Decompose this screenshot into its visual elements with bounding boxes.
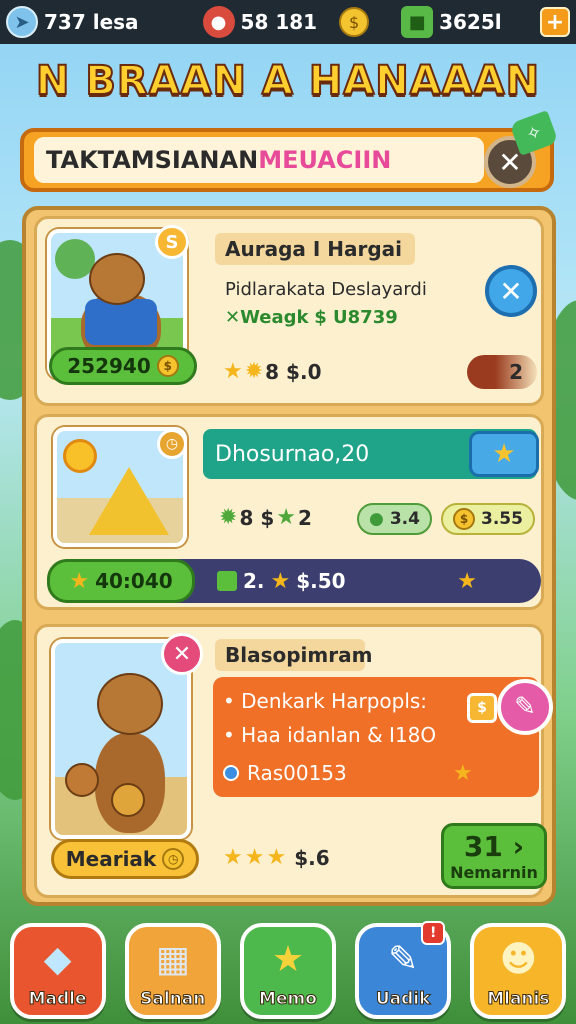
notification-badge: !	[421, 921, 446, 945]
coin-icon: $	[156, 355, 179, 377]
card1-title: Auraga I Hargai	[225, 237, 403, 261]
event-banner: TAKTAMSIANAN MEUACIIN ✕ ✧	[20, 110, 559, 192]
coin-icon[interactable]: $	[339, 7, 370, 37]
pencil-icon: ✎	[388, 939, 419, 980]
card1-price: 252940	[67, 354, 151, 378]
star-icon: ★	[271, 939, 305, 980]
star-icon: ★	[266, 845, 287, 870]
resource-bar: ➤ 737 lesa ● 58 181 $ ■ 3625l +	[0, 0, 576, 44]
banner-text: TAKTAMSIANAN MEUACIIN	[34, 137, 484, 183]
leaf-icon: ●	[369, 509, 384, 529]
next-number: 31 ›	[463, 830, 525, 863]
compass-icon: ➤	[6, 6, 38, 38]
nav-madle[interactable]: ◆ Madle	[9, 923, 106, 1019]
card2-stat-a: ● 3.4	[357, 503, 432, 535]
crystal-icon: ◆	[43, 939, 72, 980]
card3-title: Blasopimram	[225, 643, 373, 667]
card3-line1: • Denkark Harpopls:	[223, 689, 428, 713]
nav-memo[interactable]: ★ Memo	[239, 923, 336, 1019]
card2-bar-text: 2. ★ $.50	[217, 569, 346, 594]
banner-text-pink: MEUACIIN	[258, 146, 392, 174]
clock-badge-icon: ◷	[157, 429, 187, 459]
star-icon: ✹	[244, 359, 264, 384]
resource-food-value: 58 181	[240, 10, 318, 34]
card1-dismiss-button[interactable]: ✕	[485, 265, 537, 317]
resource-gems[interactable]: ➤ 737 lesa	[6, 6, 139, 38]
card1-count: 2	[467, 355, 537, 389]
offer-card-3[interactable]: ✕ Blasopimram • Denkark Harpopls: • Haa …	[34, 624, 553, 898]
page-title: N BRAAN A HANAAAN	[35, 57, 541, 105]
next-label: Nemarnin	[450, 863, 538, 882]
card3-rating: ★ ★ ★ $.6	[223, 845, 330, 870]
card2-rating: ✹ 8 $ ★ 2	[219, 505, 312, 530]
coin-badge-icon: $	[467, 693, 497, 723]
next-button[interactable]: 31 › Nemarnin	[441, 823, 547, 889]
star-icon: ★	[69, 568, 90, 594]
offers-panel: S 252940 $ Auraga I Hargai Pidlarakata D…	[22, 206, 556, 906]
coin-icon: $	[453, 508, 475, 530]
nav-mlanis[interactable]: ☻ Mlanis	[470, 923, 567, 1019]
star-icon: ★	[244, 845, 265, 870]
card2-progress-bar: ★ 40:040 2. ★ $.50 ★	[47, 559, 541, 603]
orb-icon	[223, 765, 239, 781]
nav-salnan[interactable]: ▦ Salnan	[124, 923, 221, 1019]
green-star-icon: ✹	[219, 505, 238, 530]
calculator-icon: ▦	[155, 939, 190, 980]
meat-icon: ●	[202, 6, 235, 38]
card3-action-button[interactable]: Meariak ◷	[51, 839, 199, 879]
offer-card-1[interactable]: S 252940 $ Auraga I Hargai Pidlarakata D…	[34, 216, 544, 406]
star-icon: ★	[223, 359, 243, 384]
nav-uadik[interactable]: ✎ ! Uadik	[355, 921, 452, 1019]
resource-crates[interactable]: ■ 3625l	[401, 6, 502, 38]
banner-text-dark: TAKTAMSIANAN	[46, 146, 259, 174]
card1-rating: ★ ✹ 8 $.0	[223, 359, 322, 384]
box-icon	[217, 571, 237, 591]
card2-price-button[interactable]: ★ 40:040	[47, 559, 195, 603]
smiley-icon: ☻	[499, 939, 538, 980]
card3-line2: • Haa idanlan & I18O	[223, 723, 437, 747]
resource-food[interactable]: ● 58 181	[202, 6, 318, 38]
add-currency-button[interactable]: +	[540, 7, 570, 37]
offer-card-2[interactable]: ◷ Dhosurnao,20 ★ ✹ 8 $ ★ 2 ● 3.4 $ 3.55 …	[34, 414, 544, 610]
card1-line1: Pidlarakata Deslayardi	[225, 279, 427, 300]
card1-price-button[interactable]: 252940 $	[49, 347, 197, 385]
card2-stat-b: $ 3.55	[441, 503, 535, 535]
crate-icon: ■	[401, 6, 434, 38]
star-icon: ★	[457, 568, 477, 594]
card3-edit-button[interactable]: ✎	[497, 679, 553, 735]
clock-icon: ◷	[162, 848, 185, 870]
card3-line3: Ras00153	[223, 761, 347, 785]
coin-badge-icon: S	[155, 225, 189, 259]
star-icon: ★	[270, 568, 291, 594]
card1-line2: ✕Weagk $ U8739	[225, 307, 398, 328]
star-icon: ★	[453, 761, 473, 786]
resource-crates-value: 3625l	[439, 10, 502, 34]
card3-close-button[interactable]: ✕	[161, 633, 203, 675]
green-star-icon: ★	[276, 505, 296, 530]
resource-gems-value: 737 lesa	[44, 10, 139, 34]
bottom-navigation: ◆ Madle ▦ Salnan ★ Memo ✎ ! Uadik ☻ Mlan…	[0, 918, 576, 1024]
star-icon: ★	[223, 845, 243, 870]
favorite-star-button[interactable]: ★	[469, 431, 539, 477]
